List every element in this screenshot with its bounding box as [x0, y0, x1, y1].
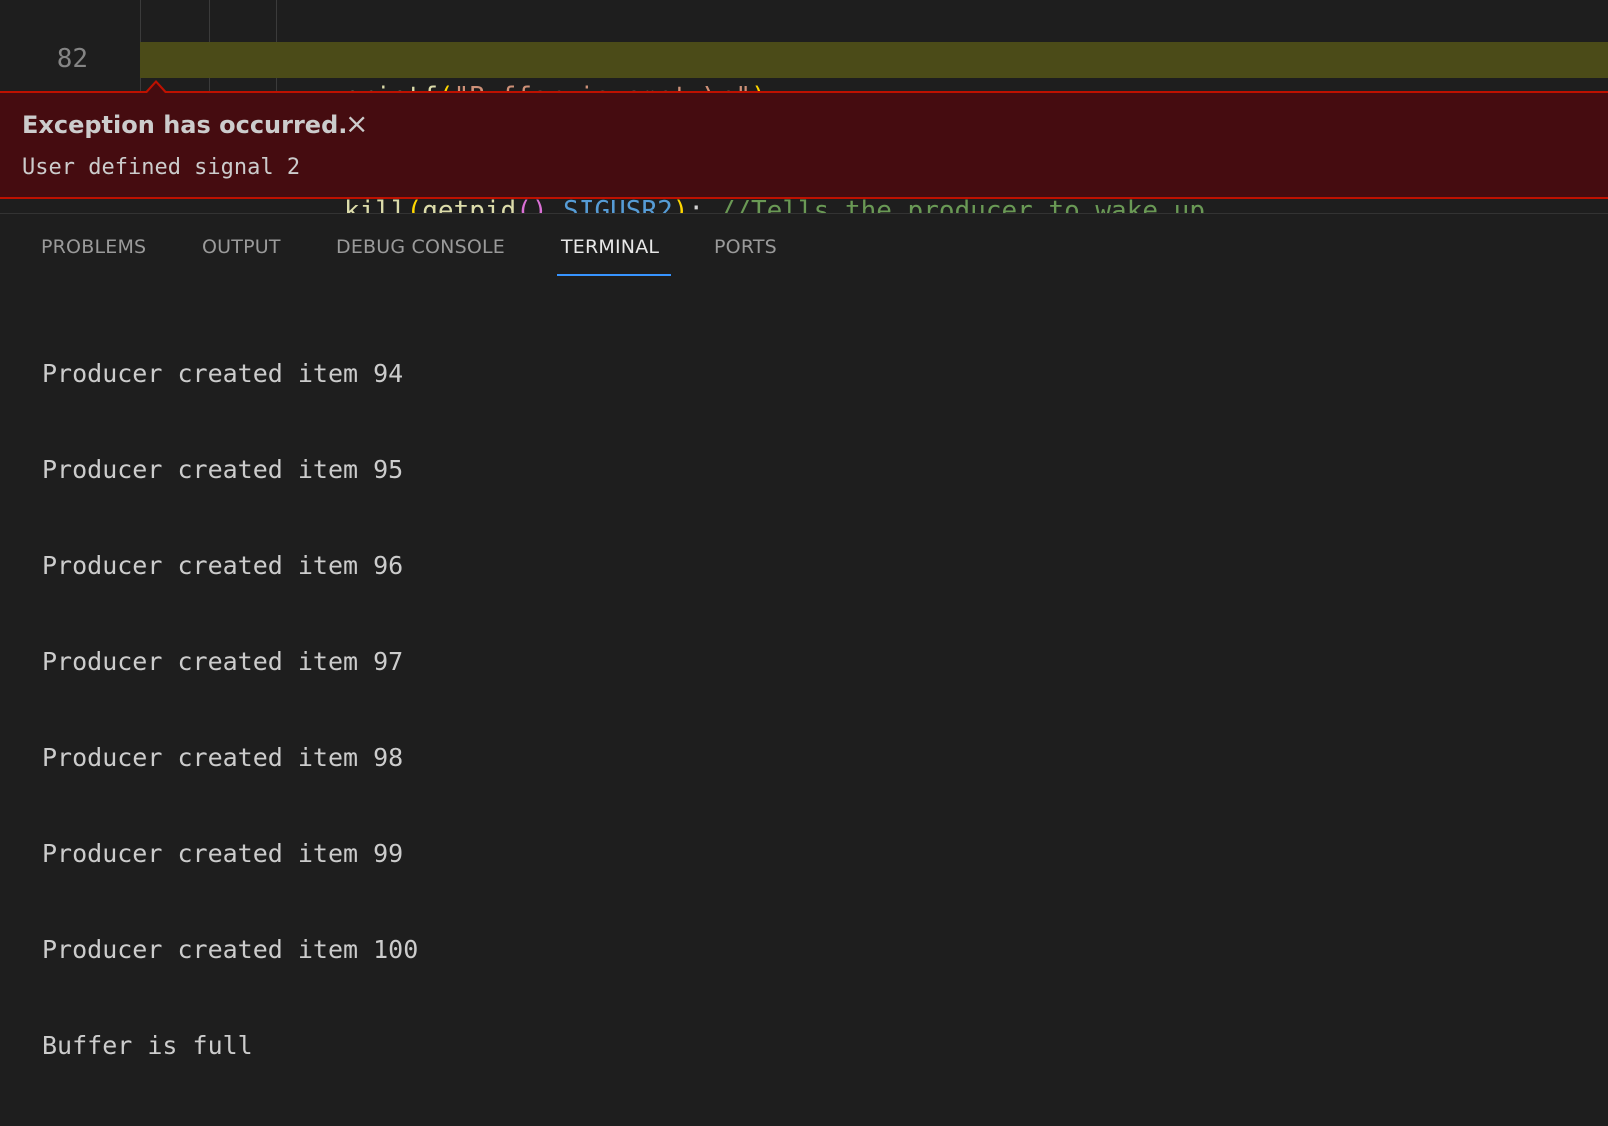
- terminal-line: Producer created item 98: [42, 743, 404, 772]
- terminal-line: Producer created item 94: [42, 359, 404, 388]
- tab-problems[interactable]: PROBLEMS: [41, 236, 146, 258]
- code-editor[interactable]: 82 printf("Buffer is empty\n"); 83 kill(…: [0, 0, 1608, 226]
- close-icon[interactable]: ×: [345, 107, 368, 140]
- current-line-highlight: [140, 42, 1608, 78]
- bottom-panel: PROBLEMS OUTPUT DEBUG CONSOLE TERMINAL P…: [0, 214, 1608, 1060]
- tab-ports[interactable]: PORTS: [714, 236, 777, 258]
- exception-title: Exception has occurred.: [22, 111, 348, 139]
- terminal-line: Producer created item 100: [42, 935, 419, 964]
- exception-pointer-fill: [147, 83, 165, 93]
- tab-output[interactable]: OUTPUT: [202, 236, 281, 258]
- tab-terminal[interactable]: TERMINAL: [561, 236, 659, 258]
- terminal-line: Buffer is full: [42, 1031, 253, 1060]
- panel-tabs: PROBLEMS OUTPUT DEBUG CONSOLE TERMINAL P…: [0, 214, 1608, 276]
- exception-message: User defined signal 2: [22, 155, 301, 180]
- terminal-line: Producer created item 99: [42, 839, 404, 868]
- exception-widget: Exception has occurred. × User defined s…: [0, 91, 1608, 199]
- tab-debug-console[interactable]: DEBUG CONSOLE: [336, 236, 505, 258]
- code-line-82[interactable]: 82 printf("Buffer is empty\n");: [0, 2, 1608, 112]
- debug-stopped-pointer-icon[interactable]: [10, 50, 127, 115]
- terminal-line: Producer created item 95: [42, 455, 404, 484]
- active-tab-indicator: [557, 274, 671, 276]
- terminal-output[interactable]: Producer created item 94 Producer create…: [42, 294, 418, 1126]
- code-line-83-current[interactable]: 83 kill(getpid(),SIGUSR2); //Tells the p…: [0, 40, 1608, 226]
- terminal-line: Producer created item 96: [42, 551, 404, 580]
- terminal-line: Producer created item 97: [42, 647, 404, 676]
